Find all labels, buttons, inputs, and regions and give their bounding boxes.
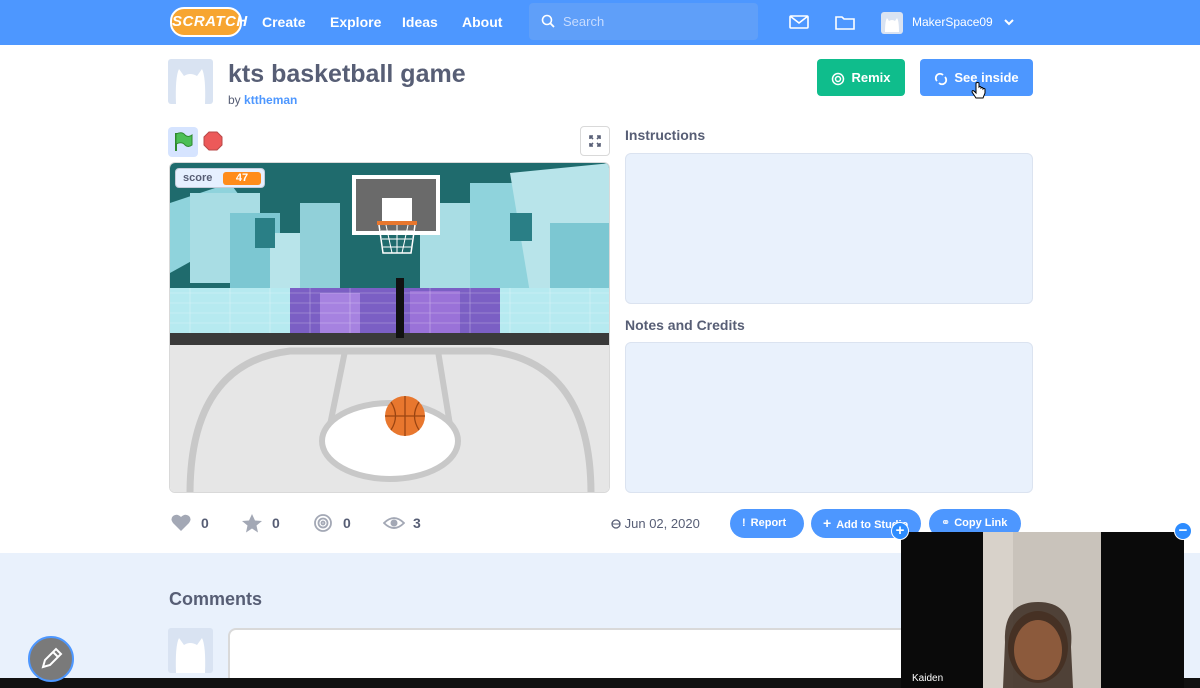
remix-label: Remix: [851, 70, 891, 85]
notes-box[interactable]: [625, 342, 1033, 493]
share-date-text: Jun 02, 2020: [624, 516, 700, 531]
favorites-stat[interactable]: 0: [241, 513, 285, 533]
favorites-count: 0: [272, 515, 280, 531]
cat-avatar-icon: [175, 638, 206, 673]
chevron-down-icon[interactable]: [1003, 16, 1015, 28]
cat-avatar-icon: [175, 69, 206, 104]
video-call-window[interactable]: Kaiden: [901, 532, 1184, 688]
heart-icon: [171, 514, 191, 531]
notes-heading: Notes and Credits: [625, 317, 745, 333]
remix-icon: [832, 72, 845, 85]
search-input[interactable]: [563, 3, 753, 40]
globe-icon: [611, 519, 621, 529]
nav-about[interactable]: About: [462, 0, 502, 45]
star-icon: [242, 514, 262, 533]
eye-icon: [383, 517, 405, 529]
nav-ideas[interactable]: Ideas: [402, 0, 438, 45]
report-label: Report: [750, 517, 787, 529]
loves-stat[interactable]: 0: [170, 513, 214, 533]
user-avatar[interactable]: [881, 12, 903, 34]
author-avatar[interactable]: [168, 59, 213, 104]
search-box[interactable]: [529, 3, 758, 40]
link-icon: ⚭: [941, 517, 951, 529]
project-author-line: by kttheman: [228, 93, 297, 107]
basketball-court-scene: [170, 163, 609, 492]
expand-video-icon[interactable]: +: [891, 522, 909, 540]
author-link[interactable]: kttheman: [244, 93, 297, 107]
username[interactable]: MakerSpace09: [912, 0, 993, 45]
fullscreen-button[interactable]: [580, 126, 610, 156]
commenter-avatar: [168, 628, 213, 673]
score-variable-monitor: score 47: [175, 168, 265, 188]
copy-link-label: Copy Link: [954, 517, 1008, 529]
nav-create[interactable]: Create: [262, 0, 306, 45]
cat-avatar-icon: [885, 18, 899, 32]
pointer-cursor-icon: [971, 82, 986, 99]
fullscreen-icon: [589, 135, 601, 147]
instructions-box[interactable]: [625, 153, 1033, 304]
plus-icon: +: [823, 515, 832, 531]
participant-video: [983, 532, 1101, 688]
remixes-count: 0: [343, 515, 351, 531]
remix-count-icon: [314, 514, 332, 532]
see-inside-icon: [935, 72, 948, 85]
by-prefix: by: [228, 93, 241, 107]
pencil-icon: [41, 647, 63, 669]
remixes-stat: 0: [313, 513, 357, 533]
loves-count: 0: [201, 515, 209, 531]
monitor-value: 47: [223, 172, 261, 185]
messages-icon[interactable]: [788, 11, 810, 33]
project-stage[interactable]: [169, 162, 610, 493]
my-stuff-folder-icon[interactable]: [834, 11, 856, 33]
annotate-button[interactable]: [28, 636, 74, 682]
remix-button[interactable]: Remix: [817, 59, 905, 96]
views-count: 3: [413, 515, 421, 531]
monitor-label: score: [183, 172, 213, 184]
comments-heading: Comments: [169, 589, 263, 609]
scratch-logo[interactable]: SCRATCH: [170, 7, 247, 37]
green-flag-icon: [175, 132, 193, 151]
minimize-video-icon[interactable]: −: [1174, 522, 1192, 540]
participant-silhouette: [983, 532, 1101, 688]
project-title[interactable]: kts basketball game: [228, 60, 466, 89]
views-stat: 3: [383, 513, 427, 533]
share-date: Jun 02, 2020: [611, 516, 700, 531]
report-button[interactable]: ! Report: [730, 509, 804, 538]
green-flag-button[interactable]: [168, 127, 198, 157]
instructions-heading: Instructions: [625, 127, 706, 143]
top-nav: SCRATCH Create Explore Ideas About Maker…: [0, 0, 1200, 45]
stop-sign-icon[interactable]: [203, 131, 223, 151]
participant-name: Kaiden: [912, 673, 944, 684]
exclamation-icon: !: [742, 517, 746, 529]
nav-explore[interactable]: Explore: [330, 0, 381, 45]
search-icon: [541, 14, 555, 28]
